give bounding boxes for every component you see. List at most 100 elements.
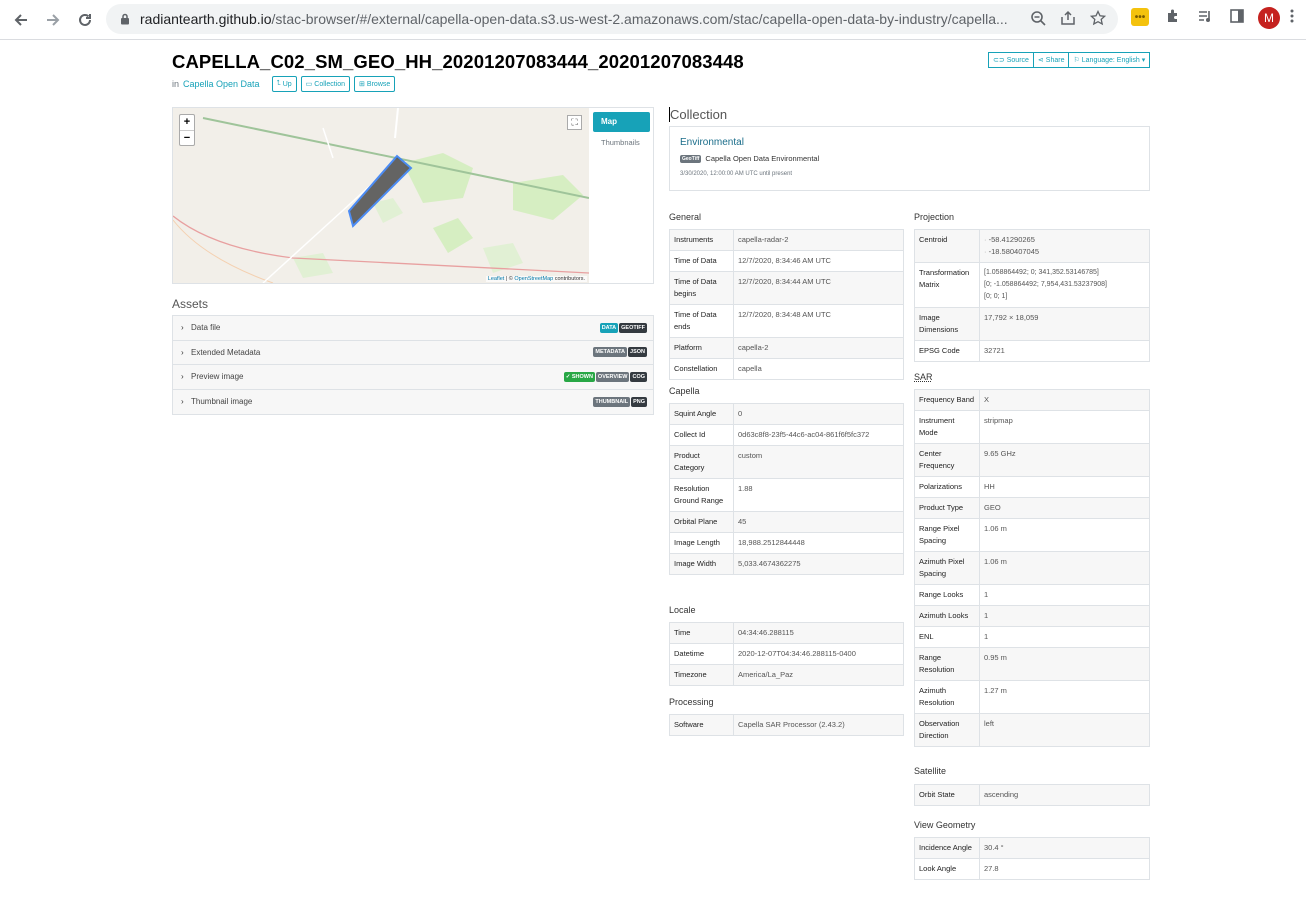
row-value: 1: [979, 584, 1150, 606]
table-row: Center Frequency 9.65 GHz: [914, 443, 1150, 477]
menu-dots-icon[interactable]: [1290, 8, 1294, 24]
sar-table: Frequency Band X Instrument Mode stripmap Ce…: [914, 389, 1150, 747]
zoom-in-button[interactable]: +: [180, 115, 194, 130]
transform-value: [1.058864492; 0; 341,352.53146785] [0; -…: [979, 262, 1150, 308]
asset-name: Thumbnail image: [191, 397, 253, 407]
asset-name: Preview image: [191, 372, 244, 382]
tab-thumbnails[interactable]: Thumbnails: [601, 138, 640, 147]
row-value: 1.06 m: [979, 518, 1150, 552]
map-canvas[interactable]: + − ⛶ Leaflet | © OpenStreetMap contribu…: [173, 108, 589, 283]
back-icon[interactable]: [5, 4, 37, 36]
row-value: 1: [979, 626, 1150, 648]
row-label: ENL: [914, 626, 980, 648]
table-row: Azimuth Pixel Spacing 1.06 m: [914, 551, 1150, 585]
puzzle-icon[interactable]: [1165, 8, 1181, 24]
row-value: 45: [733, 511, 904, 533]
table-row: Observation Direction left: [914, 713, 1150, 747]
row-label: Range Looks: [914, 584, 980, 606]
language-button[interactable]: ⚐ Language: English ▾: [1068, 52, 1151, 68]
table-row: Range Looks 1: [914, 584, 1150, 606]
processing-heading: Processing: [669, 697, 714, 707]
map-attribution: Leaflet | © OpenStreetMap contributors.: [485, 276, 587, 282]
table-row: Software Capella SAR Processor (2.43.2): [669, 714, 904, 736]
collection-button[interactable]: ▭ Collection: [300, 76, 351, 92]
row-label: Look Angle: [914, 858, 980, 880]
asset-badge: COG: [630, 371, 647, 382]
row-value: Capella SAR Processor (2.43.2): [733, 714, 904, 736]
browse-button[interactable]: ⊞ Browse: [354, 76, 396, 92]
table-row: Constellation capella: [669, 358, 904, 380]
processing-table: Software Capella SAR Processor (2.43.2): [669, 714, 904, 736]
row-value: ascending: [979, 784, 1150, 806]
page-title: CAPELLA_C02_SM_GEO_HH_20201207083444_202…: [172, 51, 744, 72]
row-label: Platform: [669, 337, 734, 359]
avatar[interactable]: M: [1258, 7, 1280, 29]
row-label: Time of Data begins: [669, 271, 734, 305]
row-label: Collect Id: [669, 424, 734, 446]
row-label: Orbital Plane: [669, 511, 734, 533]
asset-row[interactable]: › Preview image ✓ SHOWN OVERVIEW COG: [173, 365, 653, 390]
row-label: Range Pixel Spacing: [914, 518, 980, 552]
asset-row[interactable]: › Thumbnail image THUMBNAIL PNG: [173, 389, 653, 414]
zoom-out-button[interactable]: −: [180, 130, 194, 145]
up-button[interactable]: ⮤ Up: [271, 76, 297, 92]
folder-icon: ▭: [305, 81, 313, 88]
locale-table: Time 04:34:46.288115 Datetime 2020-12-07T04…: [669, 622, 904, 686]
share-button[interactable]: ⋖ Share: [1032, 52, 1070, 68]
asset-badge: METADATA: [593, 347, 628, 358]
epsg-link[interactable]: 32721: [979, 340, 1150, 362]
collection-date: 3/30/2020, 12:00:00 AM UTC until present: [680, 171, 793, 177]
asset-badges: METADATA JSON: [593, 347, 647, 358]
row-value: 12/7/2020, 8:34:46 AM UTC: [733, 250, 904, 272]
zoom-control: + −: [179, 114, 195, 146]
row-label: Instruments: [669, 229, 734, 251]
book-icon: ⊞: [359, 81, 365, 88]
asset-row[interactable]: › Extended Metadata METADATA JSON: [173, 340, 653, 365]
source-button[interactable]: ⊂⊃ Source: [988, 52, 1034, 68]
row-value: 27.8: [979, 858, 1150, 880]
map-panel: + − ⛶ Leaflet | © OpenStreetMap contribu…: [172, 107, 654, 284]
row-label: Product Type: [914, 497, 980, 519]
table-row: Instrument Mode stripmap: [914, 410, 1150, 444]
row-label: Polarizations: [914, 476, 980, 498]
epsg-label: EPSG Code: [914, 340, 980, 362]
row-value: 18,988.2512844448: [733, 532, 904, 554]
extension-icon[interactable]: •••: [1131, 8, 1149, 26]
locale-heading: Locale: [669, 605, 696, 615]
zoom-icon[interactable]: [1030, 10, 1046, 26]
view-geometry-heading: View Geometry: [914, 820, 976, 830]
table-row: Time 04:34:46.288115: [669, 622, 904, 644]
row-label: Observation Direction: [914, 713, 980, 747]
asset-badges: DATA GEOTIFF: [599, 322, 647, 333]
bookmark-star-icon[interactable]: [1090, 10, 1106, 26]
row-label: Incidence Angle: [914, 837, 980, 859]
table-row: Platform capella-2: [669, 337, 904, 359]
projection-heading: Projection: [914, 212, 955, 222]
osm-link[interactable]: OpenStreetMap: [514, 276, 553, 282]
row-label: Software: [669, 714, 734, 736]
collection-card[interactable]: Environmental GeoTiff Capella Open Data E…: [669, 126, 1150, 191]
address-bar[interactable]: radiantearth.github.io/stac-browser/#/ex…: [106, 4, 1118, 34]
table-row: Incidence Angle 30.4 °: [914, 837, 1150, 859]
reload-icon[interactable]: [69, 4, 101, 36]
collection-name[interactable]: Environmental: [680, 137, 1139, 148]
general-table: Instruments capella-radar-2 Time of Data 12…: [669, 229, 904, 380]
row-value: 1.06 m: [979, 551, 1150, 585]
tab-map[interactable]: Map: [593, 112, 650, 132]
forward-icon[interactable]: [37, 4, 69, 36]
table-row: Image Width 5,033.4674362275: [669, 553, 904, 575]
leaflet-link[interactable]: Leaflet: [488, 276, 505, 282]
share-nodes-icon: ⋖: [1037, 57, 1044, 64]
parent-link[interactable]: Capella Open Data: [183, 79, 260, 89]
share-icon[interactable]: [1060, 10, 1076, 26]
media-icon[interactable]: [1197, 8, 1213, 24]
general-heading: General: [669, 212, 702, 222]
row-value: 12/7/2020, 8:34:44 AM UTC: [733, 271, 904, 305]
sidepanel-icon[interactable]: [1229, 8, 1245, 24]
row-value: 1.88: [733, 478, 904, 512]
table-row: Centroid · -58.41290265 · -18.580407045: [914, 229, 1150, 263]
row-label: Timezone: [669, 664, 734, 686]
fullscreen-icon[interactable]: ⛶: [567, 115, 582, 130]
table-row: Timezone America/La_Paz: [669, 664, 904, 686]
asset-row[interactable]: › Data file DATA GEOTIFF: [173, 316, 653, 341]
